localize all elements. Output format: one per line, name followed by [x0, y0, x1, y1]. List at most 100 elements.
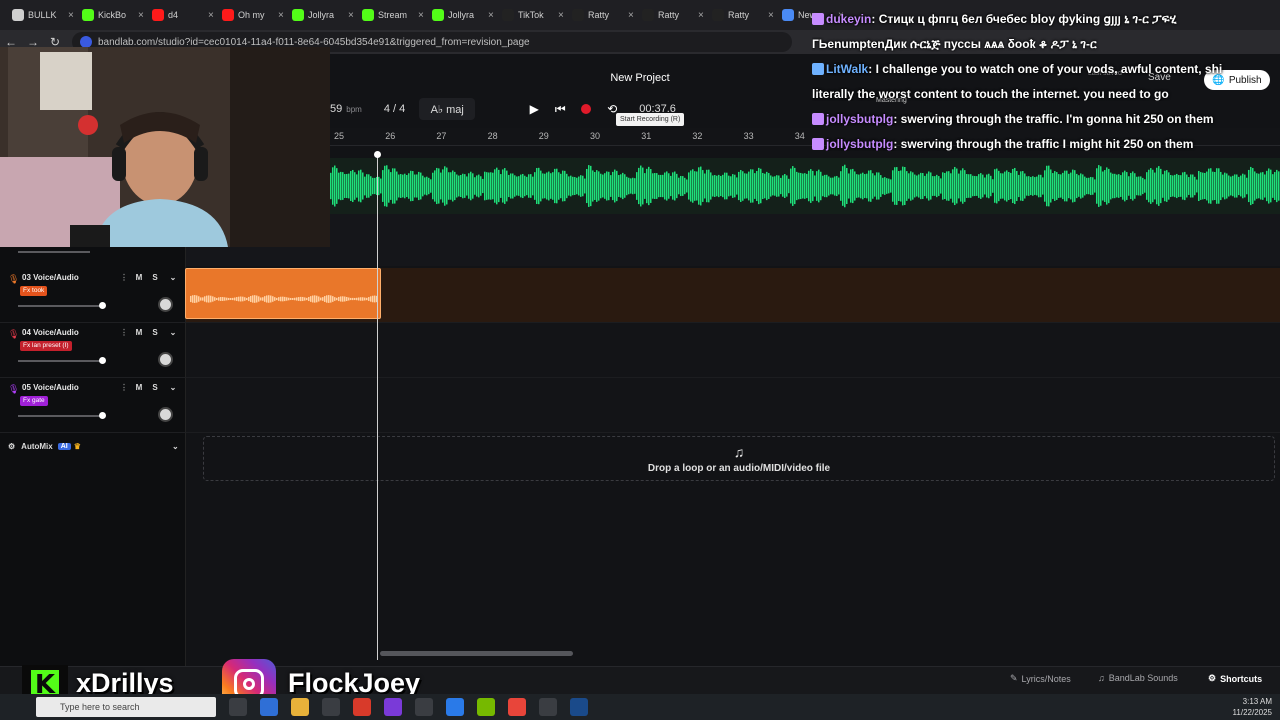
- fx-badge[interactable]: Fx gate: [20, 396, 48, 406]
- pan-knob[interactable]: [158, 352, 173, 367]
- taskbar-search[interactable]: Type here to search: [36, 697, 216, 717]
- mute-button[interactable]: M: [133, 273, 145, 282]
- browser-tab[interactable]: Jollyra ×: [288, 1, 358, 29]
- waveform-bar: [894, 167, 896, 205]
- drop-zone[interactable]: ♫ Drop a loop or an audio/MIDI/video fil…: [203, 436, 1275, 481]
- close-tab-icon[interactable]: ×: [558, 10, 568, 21]
- browser-tab[interactable]: Jollyra ×: [428, 1, 498, 29]
- track-lane[interactable]: [186, 378, 1280, 433]
- pan-knob[interactable]: [158, 297, 173, 312]
- bandlab-sounds-button[interactable]: ♫ BandLab Sounds: [1098, 673, 1178, 683]
- close-tab-icon[interactable]: ×: [278, 10, 288, 21]
- waveform-bar: [290, 297, 292, 301]
- more-icon[interactable]: ⋮: [118, 273, 130, 282]
- close-tab-icon[interactable]: ×: [698, 10, 708, 21]
- close-tab-icon[interactable]: ×: [348, 10, 358, 21]
- fx-badge[interactable]: Fx took: [20, 286, 48, 296]
- chat-username: jollysbutplg: [826, 112, 894, 126]
- close-tab-icon[interactable]: ×: [768, 10, 778, 21]
- pan-knob[interactable]: [158, 407, 173, 422]
- close-tab-icon[interactable]: ×: [138, 10, 148, 21]
- task-view-icon[interactable]: [229, 698, 247, 716]
- obs-icon[interactable]: [384, 698, 402, 716]
- time-signature-field[interactable]: 4 / 4: [376, 98, 413, 120]
- chevron-down-icon[interactable]: ⌄: [167, 383, 179, 392]
- waveform-bar: [272, 296, 274, 302]
- mute-button[interactable]: M: [133, 328, 145, 337]
- browser-tab[interactable]: Ratty ×: [568, 1, 638, 29]
- key-field[interactable]: A♭ maj: [419, 98, 476, 120]
- empty-lane[interactable]: [186, 214, 1280, 266]
- browser-tab[interactable]: KickBo ×: [78, 1, 148, 29]
- track-name[interactable]: 03 Voice/Audio: [22, 273, 79, 282]
- automix-row[interactable]: ⚙ AutoMix AI ♛ ⌄: [0, 436, 186, 456]
- waveform-bar: [270, 295, 272, 303]
- volume-slider[interactable]: [18, 412, 107, 419]
- chrome-icon[interactable]: [508, 698, 526, 716]
- fx-badge[interactable]: Fx lan preset (I): [20, 341, 72, 351]
- volume-slider[interactable]: [18, 302, 107, 309]
- horizontal-scrollbar[interactable]: [380, 651, 573, 656]
- browser-tab[interactable]: Oh my ×: [218, 1, 288, 29]
- browser-tab[interactable]: Ratty ×: [708, 1, 778, 29]
- volume-slider-partial[interactable]: [18, 251, 90, 253]
- tempo-field[interactable]: 59 bpm: [330, 98, 370, 120]
- browser-tab[interactable]: Ratty ×: [638, 1, 708, 29]
- app-icon-3[interactable]: [353, 698, 371, 716]
- microphone-icon: 🎙: [8, 329, 20, 339]
- browser-tab[interactable]: d4 ×: [148, 1, 218, 29]
- waveform-bar: [690, 170, 692, 202]
- volume-slider-thumb[interactable]: [99, 302, 107, 309]
- playhead-line[interactable]: [377, 152, 378, 660]
- project-title[interactable]: New Project: [560, 72, 720, 84]
- waveform-bar: [1048, 165, 1050, 207]
- volume-slider[interactable]: [18, 357, 107, 364]
- waveform-bar: [372, 295, 374, 303]
- close-tab-icon[interactable]: ×: [208, 10, 218, 21]
- close-tab-icon[interactable]: ×: [488, 10, 498, 21]
- steam-icon[interactable]: [570, 698, 588, 716]
- app-icon-6[interactable]: [539, 698, 557, 716]
- close-tab-icon[interactable]: ×: [418, 10, 428, 21]
- play-icon[interactable]: ▶: [521, 98, 547, 120]
- track-name[interactable]: 04 Voice/Audio: [22, 328, 79, 337]
- volume-slider-thumb[interactable]: [99, 412, 107, 419]
- track-header[interactable]: 🎙 03 Voice/Audio Fx took ⋮ M S ⌄: [0, 268, 186, 323]
- playhead-handle[interactable]: [374, 151, 381, 158]
- track-header[interactable]: 🎙 05 Voice/Audio Fx gate ⋮ M S ⌄: [0, 378, 186, 433]
- waveform-bar: [466, 176, 468, 196]
- record-button[interactable]: [573, 98, 599, 120]
- app-icon-2[interactable]: [322, 698, 340, 716]
- track-header[interactable]: 🎙 04 Voice/Audio Fx lan preset (I) ⋮ M S…: [0, 323, 186, 378]
- track-lane[interactable]: [186, 323, 1280, 378]
- more-icon[interactable]: ⋮: [118, 383, 130, 392]
- app-icon-5[interactable]: [446, 698, 464, 716]
- waveform-bar: [420, 172, 422, 200]
- browser-tab[interactable]: Stream ×: [358, 1, 428, 29]
- volume-slider-thumb[interactable]: [99, 357, 107, 364]
- nvidia-icon[interactable]: [477, 698, 495, 716]
- close-tab-icon[interactable]: ×: [68, 10, 78, 21]
- mute-button[interactable]: M: [133, 383, 145, 392]
- audio-clip-orange[interactable]: [185, 268, 381, 319]
- close-tab-icon[interactable]: ×: [628, 10, 638, 21]
- lyrics-notes-button[interactable]: ✎ Lyrics/Notes: [1010, 673, 1071, 684]
- app-icon-4[interactable]: [415, 698, 433, 716]
- audio-clip-green[interactable]: [330, 158, 1280, 214]
- solo-button[interactable]: S: [149, 328, 161, 337]
- waveform-bar: [792, 166, 794, 206]
- more-icon[interactable]: ⋮: [118, 328, 130, 337]
- solo-button[interactable]: S: [149, 273, 161, 282]
- chevron-down-icon[interactable]: ⌄: [172, 442, 179, 451]
- app-icon-1[interactable]: [260, 698, 278, 716]
- shortcuts-button[interactable]: ⚙ Shortcuts: [1208, 673, 1262, 684]
- browser-tab[interactable]: TikTok ×: [498, 1, 568, 29]
- solo-button[interactable]: S: [149, 383, 161, 392]
- taskbar-clock[interactable]: 3:13 AM 11/22/2025: [1233, 696, 1272, 718]
- track-name[interactable]: 05 Voice/Audio: [22, 383, 79, 392]
- folder-icon[interactable]: [291, 698, 309, 716]
- chevron-down-icon[interactable]: ⌄: [167, 328, 179, 337]
- chevron-down-icon[interactable]: ⌄: [167, 273, 179, 282]
- skip-back-icon[interactable]: ⏮: [547, 98, 573, 120]
- browser-tab[interactable]: BULLK ×: [8, 1, 78, 29]
